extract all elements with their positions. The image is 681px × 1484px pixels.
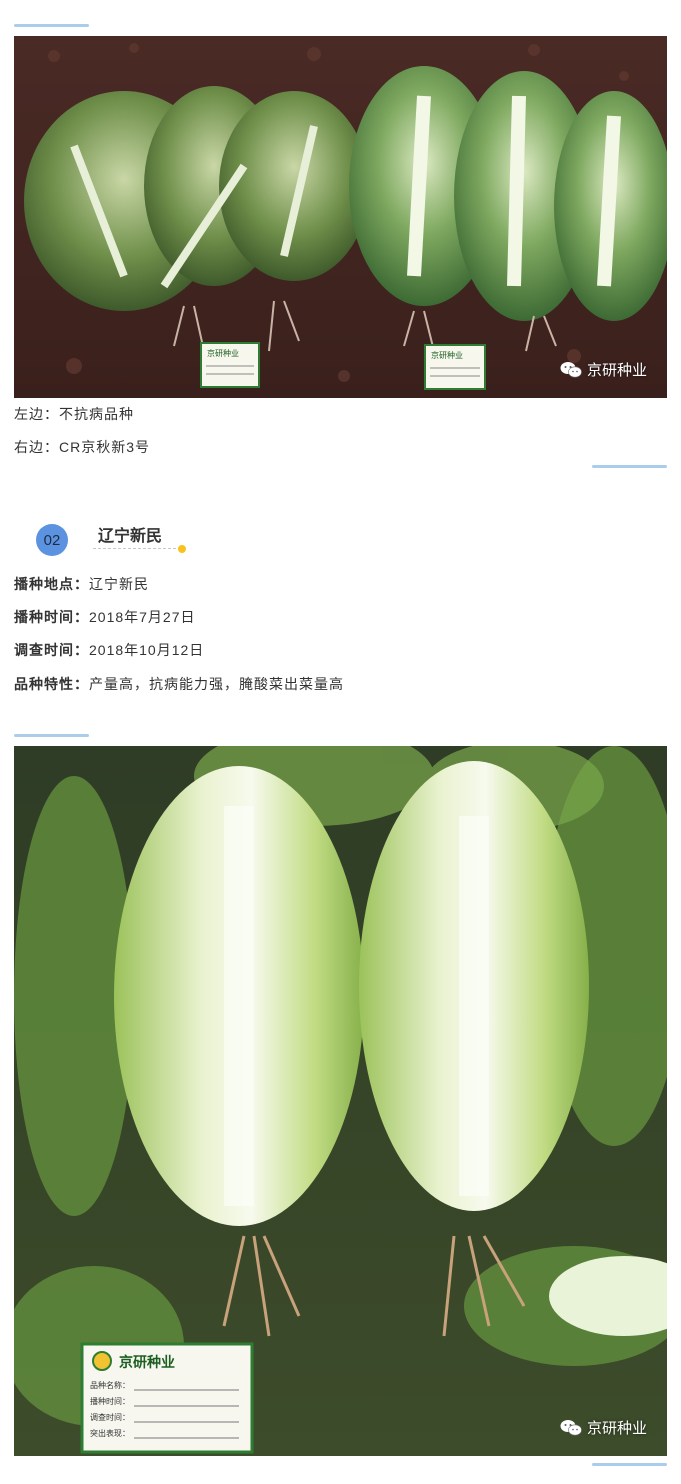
info-row-sowing-date: 播种时间：2018年7月27日 bbox=[14, 607, 196, 627]
top-accent-line bbox=[14, 24, 89, 27]
label-card-line: 突出表现： bbox=[90, 1428, 130, 1438]
tag-2-text: 京研种业 bbox=[431, 350, 463, 360]
label-card-line: 播种时间： bbox=[90, 1396, 130, 1406]
section-title-dot bbox=[178, 545, 186, 553]
tag-1-text: 京研种业 bbox=[207, 348, 239, 358]
info-row-characteristics: 品种特性：产量高，抗病能力强，腌酸菜出菜量高 bbox=[14, 674, 344, 694]
photo2-accent-line bbox=[14, 734, 89, 737]
watermark: 京研种业 bbox=[560, 1417, 647, 1438]
info-value: 产量高，抗病能力强，腌酸菜出菜量高 bbox=[89, 676, 344, 692]
section-title: 辽宁新民 bbox=[98, 526, 163, 545]
info-label: 播种时间： bbox=[14, 609, 89, 625]
section-title-underline bbox=[93, 548, 181, 549]
cabbage-harvest-photo[interactable]: 京研种业 品种名称： 播种时间： 调查时间： 突出表现： 京研种业 bbox=[14, 746, 667, 1456]
watermark-text: 京研种业 bbox=[586, 1419, 647, 1437]
watermark: 京研种业 bbox=[560, 359, 647, 380]
info-value: 2018年7月27日 bbox=[89, 609, 196, 625]
cabbage-harvest-illustration: 京研种业 品种名称： 播种时间： 调查时间： 突出表现： bbox=[14, 746, 667, 1456]
info-label: 品种特性： bbox=[14, 676, 89, 692]
bottom-accent-line bbox=[592, 1463, 667, 1466]
info-value: 2018年10月12日 bbox=[89, 642, 205, 658]
info-row-location: 播种地点：辽宁新民 bbox=[14, 574, 149, 594]
label-card-brand: 京研种业 bbox=[119, 1354, 175, 1371]
wechat-icon bbox=[560, 361, 582, 377]
info-row-survey-date: 调查时间：2018年10月12日 bbox=[14, 640, 204, 660]
caption-right: 右边：CR京秋新3号 bbox=[14, 439, 151, 455]
caption-left: 左边：不抗病品种 bbox=[14, 406, 134, 422]
cabbage-comparison-illustration: 京研种业 京研种业 bbox=[14, 36, 667, 398]
info-value: 辽宁新民 bbox=[89, 576, 149, 592]
info-label: 调查时间： bbox=[14, 642, 89, 658]
watermark-text: 京研种业 bbox=[586, 361, 647, 379]
wechat-icon bbox=[560, 1419, 582, 1435]
cabbage-comparison-photo[interactable]: 京研种业 京研种业 京研种业 bbox=[14, 36, 667, 398]
label-card-line: 调查时间： bbox=[90, 1412, 130, 1422]
section-end-accent-line bbox=[592, 465, 667, 468]
section-number-badge: 02 bbox=[36, 524, 68, 556]
info-label: 播种地点： bbox=[14, 576, 89, 592]
label-card-line: 品种名称： bbox=[90, 1380, 130, 1390]
